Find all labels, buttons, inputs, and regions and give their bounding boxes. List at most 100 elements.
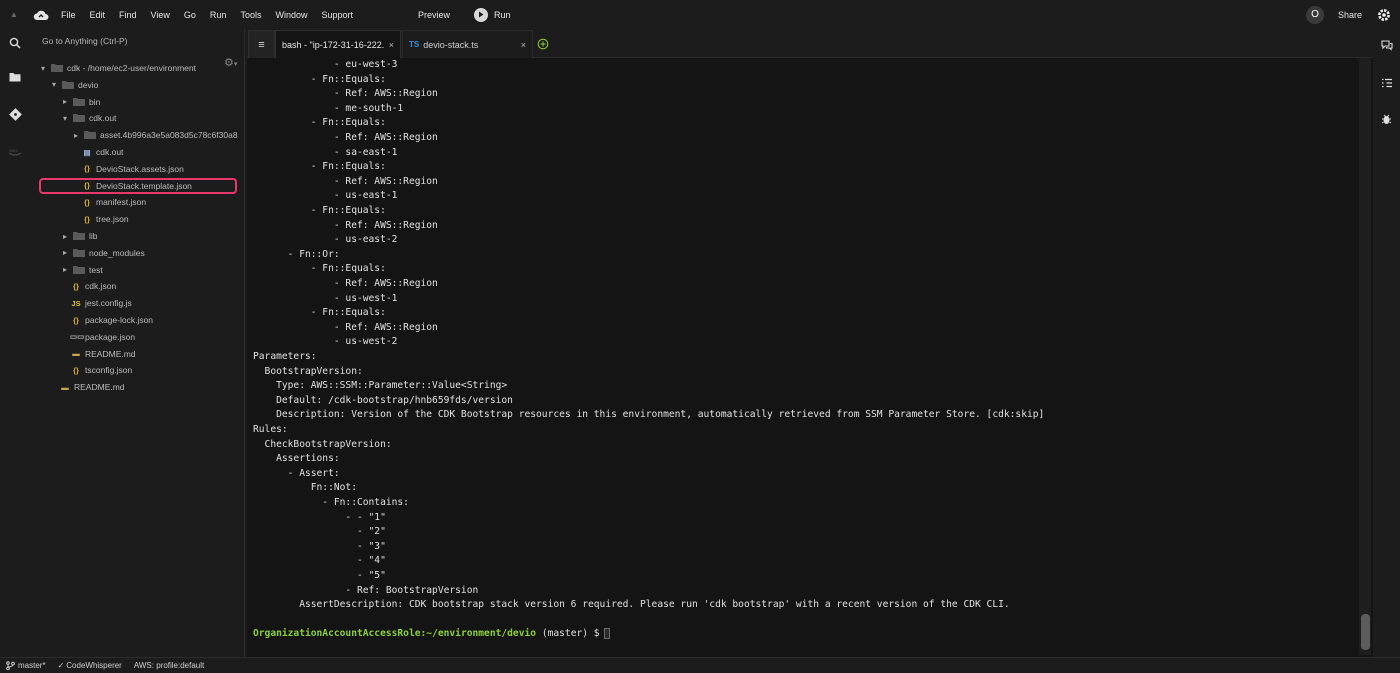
menu-find[interactable]: Find	[112, 10, 144, 20]
menu-edit[interactable]: Edit	[83, 10, 113, 20]
tab-devio-stack-ts[interactable]: TS devio-stack.ts ×	[402, 30, 533, 58]
chevron-right-icon[interactable]: ▸	[60, 232, 70, 241]
chevron-down-icon[interactable]: ▾	[60, 114, 70, 123]
terminal-line: - Ref: AWS::Region	[253, 321, 438, 333]
tree-file[interactable]: {} DevioStack.assets.json	[71, 161, 184, 177]
tree-folder[interactable]: ▾ devio	[49, 77, 98, 93]
terminal-scrollbar[interactable]	[1359, 58, 1371, 655]
tab-menu-hamburger-icon[interactable]: ≡	[248, 30, 275, 58]
terminal-line: Parameters:	[253, 351, 317, 362]
tree-file[interactable]: {} tsconfig.json	[60, 362, 132, 378]
chevron-right-icon[interactable]: ▸	[60, 248, 70, 257]
terminal-line: - Fn::Equals:	[253, 205, 386, 216]
menu-go[interactable]: Go	[177, 10, 203, 20]
prompt-path: :~/environment/devio	[420, 628, 537, 640]
scrollbar-thumb[interactable]	[1361, 614, 1370, 650]
tree-file[interactable]: ▭▭ package.json	[60, 329, 135, 345]
tab-bash-terminal[interactable]: bash - "ip-172-31-16-222. ×	[275, 30, 401, 58]
tree-settings-gear-icon[interactable]: ⚙▾	[224, 56, 237, 69]
close-icon[interactable]: ×	[521, 40, 526, 50]
terminal-line: - Fn::Equals:	[253, 263, 386, 275]
search-icon[interactable]	[8, 36, 22, 50]
terminal-line: BootstrapVersion:	[253, 365, 363, 377]
git-branch-status[interactable]: master*	[6, 661, 46, 670]
tree-item-label: asset.4b996a3e5a083d5c78c6f30a8	[100, 130, 238, 141]
terminal-prompt[interactable]: OrganizationAccountAccessRole:~/environm…	[253, 627, 610, 642]
tree-folder[interactable]: ▸ test	[60, 262, 103, 278]
tab-label: bash - "ip-172-31-16-222.	[282, 39, 385, 50]
run-label: Run	[494, 9, 511, 20]
tree-file[interactable]: {} manifest.json	[71, 194, 146, 210]
tree-file[interactable]: {} tree.json	[71, 211, 129, 227]
gear-icon[interactable]	[1372, 8, 1396, 22]
debugger-bug-icon[interactable]	[1380, 112, 1393, 125]
terminal-line: - us-west-2	[253, 336, 398, 348]
terminal-line: - eu-west-3	[253, 59, 398, 70]
tree-file[interactable]: ▬ README.md	[49, 379, 124, 395]
tree-file[interactable]: {} package-lock.json	[60, 312, 153, 328]
tree-folder[interactable]: ▾ cdk.out	[60, 110, 116, 126]
right-activity-rail	[1373, 29, 1400, 657]
json-file-icon: {}	[73, 315, 79, 325]
folder-icon[interactable]	[8, 70, 22, 84]
terminal-line: - Fn::Equals:	[253, 161, 386, 173]
menu-tools[interactable]: Tools	[233, 10, 268, 20]
folder-icon	[62, 80, 74, 89]
menu-view[interactable]: View	[144, 10, 177, 20]
tree-folder[interactable]: ▸ bin	[60, 94, 100, 110]
tree-folder[interactable]: ▾ cdk - /home/ec2-user/environment	[38, 60, 196, 76]
tree-file[interactable]: JS jest.config.js	[60, 295, 131, 311]
menu-run[interactable]: Run	[203, 10, 234, 20]
tree-file[interactable]: {} cdk.json	[60, 278, 116, 294]
chevron-right-icon[interactable]: ▸	[60, 97, 70, 106]
menu-support[interactable]: Support	[314, 10, 360, 20]
terminal-line: - Fn::Contains:	[253, 497, 409, 508]
terminal-line: - Ref: AWS::Region	[253, 219, 438, 231]
git-icon[interactable]	[8, 107, 22, 121]
chevron-down-icon[interactable]: ▾	[49, 80, 59, 89]
md-file-icon: ▬	[61, 382, 69, 392]
chevron-down-icon[interactable]: ▾	[38, 64, 48, 73]
close-icon[interactable]: ×	[389, 40, 394, 50]
preview-button[interactable]: Preview	[418, 10, 450, 20]
aws-icon[interactable]: aws	[8, 145, 22, 159]
collaborate-chat-icon[interactable]	[1380, 39, 1393, 52]
git-branch-label: master*	[18, 661, 46, 670]
terminal-line: - "2"	[253, 526, 386, 538]
terminal-line: - - "1"	[253, 511, 386, 523]
menu-file[interactable]: File	[54, 10, 83, 20]
git-branch-icon	[6, 661, 15, 670]
goto-anything-input[interactable]: Go to Anything (Ctrl-P)	[34, 33, 241, 49]
json-file-icon: {}	[84, 214, 90, 224]
terminal-line: - Ref: AWS::Region	[253, 278, 438, 289]
terminal-cursor	[603, 627, 610, 639]
folder-icon	[73, 232, 85, 240]
tree-file[interactable]: ▬ README.md	[60, 346, 135, 362]
tree-folder[interactable]: ▸ lib	[60, 228, 98, 244]
typescript-file-icon: TS	[409, 40, 420, 49]
doc-file-icon: ▤	[83, 147, 91, 157]
outline-list-icon[interactable]	[1380, 76, 1393, 89]
codewhisperer-status[interactable]: ✓ CodeWhisperer	[58, 661, 122, 670]
terminal-output[interactable]: - eu-west-3 - Fn::Equals: - Ref: AWS::Re…	[253, 58, 1353, 657]
collapse-up-icon[interactable]: ▲	[0, 10, 28, 19]
chevron-right-icon[interactable]: ▸	[60, 265, 70, 274]
add-tab-plus-icon[interactable]	[537, 38, 549, 50]
avatar[interactable]: O	[1305, 5, 1324, 24]
tree-folder[interactable]: ▸ asset.4b996a3e5a083d5c78c6f30a8	[71, 127, 238, 143]
tree-file[interactable]: ▤ cdk.out	[71, 144, 123, 160]
run-button[interactable]: Run	[474, 7, 511, 22]
aws-profile-status[interactable]: AWS: profile:default	[134, 661, 204, 670]
terminal-line: Default: /cdk-bootstrap/hnb659fds/versio…	[253, 394, 513, 406]
menubar: ▲ File Edit Find View Go Run Tools Windo…	[0, 0, 1400, 29]
tree-item-label: cdk.out	[96, 147, 124, 157]
chevron-right-icon[interactable]: ▸	[71, 131, 81, 140]
folder-icon	[73, 248, 85, 257]
menu-window[interactable]: Window	[268, 10, 314, 20]
cloud9-logo-icon[interactable]	[28, 9, 54, 21]
terminal-line: Fn::Not:	[253, 482, 357, 494]
status-bar: master* ✓ CodeWhisperer AWS: profile:def…	[0, 657, 1400, 673]
share-button[interactable]: Share	[1338, 10, 1362, 20]
tree-folder[interactable]: ▸ node_modules	[60, 245, 145, 261]
selected-file-highlight	[39, 178, 237, 194]
